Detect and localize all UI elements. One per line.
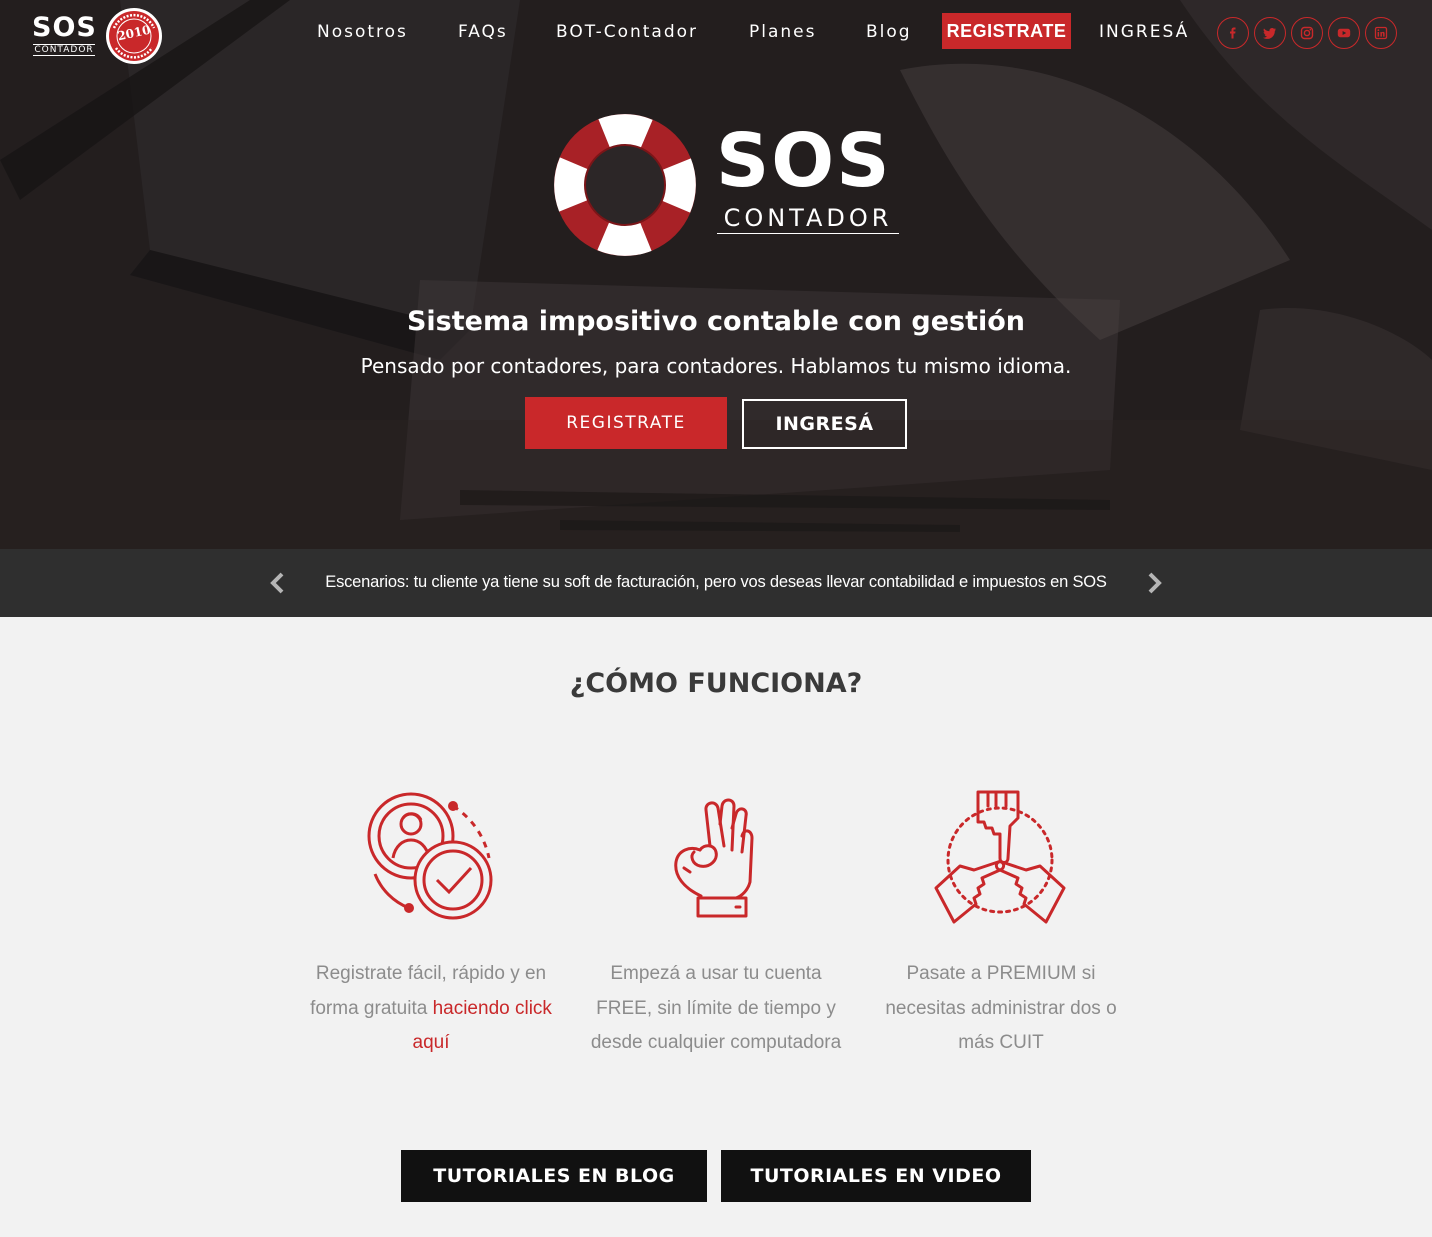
hero-subtitle: Pensado por contadores, para contadores.… [360,354,1072,378]
hands-cycle-icon [934,790,1066,924]
youtube-icon[interactable] [1328,17,1360,49]
nav-login-link[interactable]: INGRESÁ [1099,22,1189,42]
nav-link-bot-contador[interactable]: BOT-Contador [556,22,698,42]
hero-login-button[interactable]: INGRESÁ [742,399,907,449]
nav-link-planes[interactable]: Planes [749,22,816,42]
nav-link-nosotros[interactable]: Nosotros [317,22,408,42]
register-click-here-link[interactable]: haciendo click aquí [413,998,552,1054]
how-it-works-title: ¿CÓMO FUNCIONA? [569,668,863,699]
nav-link-faqs[interactable]: FAQs [458,22,508,42]
scenario-carousel: Escenarios: tu cliente ya tiene su soft … [0,549,1432,617]
user-check-icon [367,792,493,920]
chevron-right-icon[interactable] [1147,571,1163,595]
hero-overlay [0,0,1432,549]
feature-register-text: Registrate fácil, rápido y en forma grat… [301,957,561,1061]
hero-logo-text: SOS [716,118,892,204]
nav-link-blog[interactable]: Blog [866,22,912,42]
hero-logo: SOS CONTADOR [552,112,902,260]
lifebuoy-icon [554,114,696,256]
twitter-icon[interactable] [1254,17,1286,49]
main-nav: Nosotros FAQs BOT-Contador Planes Blog R… [0,13,1432,49]
ok-hand-icon [674,798,754,918]
hero-section [0,0,1432,549]
linkedin-icon[interactable] [1365,17,1397,49]
hero-logo-subtext: CONTADOR [717,204,899,234]
feature-free-text: Empezá a usar tu cuenta FREE, sin límite… [590,963,842,1054]
feature-premium-text: Pasate a PREMIUM si necesitas administra… [885,963,1117,1054]
hero-register-button[interactable]: REGISTRATE [525,397,727,449]
tutorials-blog-button[interactable]: TUTORIALES EN BLOG [401,1150,707,1202]
hero-title: Sistema impositivo contable con gestión [406,306,1026,337]
facebook-icon[interactable] [1217,17,1249,49]
nav-register-button[interactable]: REGISTRATE [942,13,1071,49]
tutorials-video-button[interactable]: TUTORIALES EN VIDEO [721,1150,1031,1202]
carousel-text: Escenarios: tu cliente ya tiene su soft … [325,573,1107,591]
instagram-icon[interactable] [1291,17,1323,49]
